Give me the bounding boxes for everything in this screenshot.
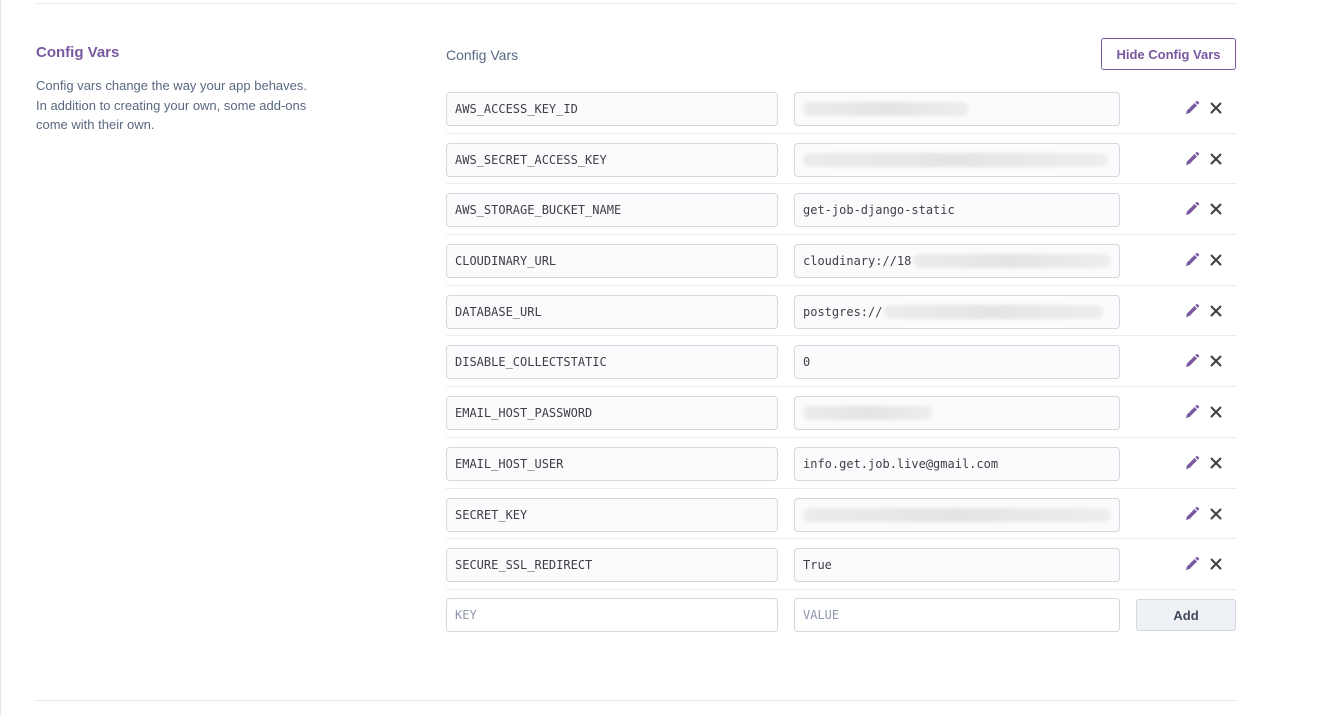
config-var-key[interactable]: AWS_ACCESS_KEY_ID [446, 92, 778, 126]
panel-title: Config Vars [446, 47, 519, 63]
config-var-key-text: SECRET_KEY [455, 507, 528, 522]
config-var-value[interactable] [794, 396, 1120, 431]
row-actions [1184, 252, 1224, 268]
bottom-divider [36, 700, 1236, 701]
close-icon[interactable] [1208, 404, 1224, 420]
config-var-row: AWS_STORAGE_BUCKET_NAME get-job-django-s… [446, 184, 1236, 236]
pencil-icon[interactable] [1184, 201, 1200, 217]
config-var-value-text: get-job-django-static [803, 203, 955, 218]
new-key-input[interactable] [446, 598, 778, 632]
config-var-key-text: DATABASE_URL [455, 304, 542, 319]
close-icon[interactable] [1208, 455, 1224, 471]
close-icon[interactable] [1208, 201, 1224, 217]
config-var-key[interactable]: CLOUDINARY_URL [446, 244, 778, 279]
pencil-icon[interactable] [1184, 455, 1200, 471]
config-var-key-text: CLOUDINARY_URL [455, 254, 557, 269]
config-var-value-text: 0 [803, 355, 811, 370]
row-actions [1184, 100, 1224, 116]
row-actions [1184, 303, 1224, 319]
config-var-value[interactable]: cloudinary://18 [794, 244, 1120, 279]
config-var-value-text: postgres:// [803, 304, 883, 319]
config-var-value[interactable]: get-job-django-static [794, 193, 1120, 228]
row-actions [1184, 455, 1224, 471]
config-var-row: SECURE_SSL_REDIRECT True [446, 539, 1236, 590]
config-var-key-text: AWS_STORAGE_BUCKET_NAME [455, 203, 622, 218]
config-var-key-text: AWS_ACCESS_KEY_ID [455, 102, 578, 116]
row-actions [1184, 201, 1224, 217]
close-icon[interactable] [1208, 100, 1224, 116]
pencil-icon[interactable] [1184, 556, 1200, 572]
redacted-value-blur [884, 304, 1105, 319]
new-config-var-row: Add [446, 598, 1236, 634]
redacted-value-blur [803, 102, 969, 116]
config-vars-list: AWS_ACCESS_KEY_ID AWS_SECRET_ACCESS_KEY … [446, 83, 1236, 590]
redacted-value-blur [803, 507, 1111, 522]
config-var-key-text: DISABLE_COLLECTSTATIC [455, 355, 607, 370]
config-var-row: CLOUDINARY_URL cloudinary://18 [446, 235, 1236, 286]
config-var-value[interactable]: postgres:// [794, 294, 1120, 329]
close-icon[interactable] [1208, 556, 1224, 572]
pencil-icon[interactable] [1184, 404, 1200, 420]
section-description: Config vars change the way your app beha… [36, 78, 308, 132]
config-var-value-text: cloudinary://18 [803, 254, 912, 269]
config-var-row: AWS_SECRET_ACCESS_KEY [446, 134, 1236, 185]
config-var-value-text: info.get.job.live@gmail.com [803, 456, 999, 471]
config-var-row: DISABLE_COLLECTSTATIC 0 [446, 336, 1236, 388]
config-var-value-text: True [803, 558, 832, 573]
pencil-icon[interactable] [1184, 252, 1200, 268]
close-icon[interactable] [1208, 252, 1224, 268]
config-var-value[interactable] [794, 92, 1120, 126]
close-icon[interactable] [1208, 303, 1224, 319]
config-var-value[interactable]: True [794, 548, 1120, 583]
config-var-key[interactable]: DISABLE_COLLECTSTATIC [446, 345, 778, 380]
config-var-value[interactable]: 0 [794, 345, 1120, 380]
row-actions [1184, 556, 1224, 572]
config-var-key[interactable]: EMAIL_HOST_PASSWORD [446, 396, 778, 431]
row-actions [1184, 506, 1224, 522]
pencil-icon[interactable] [1184, 506, 1200, 522]
config-var-key-text: EMAIL_HOST_PASSWORD [455, 406, 593, 421]
top-divider [36, 3, 1236, 4]
close-icon[interactable] [1208, 353, 1224, 369]
config-var-key-text: SECURE_SSL_REDIRECT [455, 558, 593, 573]
add-config-var-button[interactable]: Add [1136, 599, 1236, 631]
config-var-row: DATABASE_URL postgres:// [446, 286, 1236, 337]
close-icon[interactable] [1208, 151, 1224, 167]
hide-config-vars-button[interactable]: Hide Config Vars [1101, 38, 1236, 70]
redacted-value-blur [913, 254, 1111, 269]
redacted-value-blur [803, 406, 933, 421]
redacted-value-blur [803, 152, 1108, 167]
config-var-key[interactable]: SECRET_KEY [446, 497, 778, 532]
pencil-icon[interactable] [1184, 151, 1200, 167]
section-title: Config Vars [36, 44, 120, 61]
config-var-value[interactable]: info.get.job.live@gmail.com [794, 446, 1120, 481]
config-var-row: EMAIL_HOST_PASSWORD [446, 387, 1236, 438]
config-var-key-text: AWS_SECRET_ACCESS_KEY [455, 152, 607, 167]
new-value-input[interactable] [794, 598, 1120, 632]
pencil-icon[interactable] [1184, 353, 1200, 369]
config-var-key[interactable]: SECURE_SSL_REDIRECT [446, 548, 778, 583]
config-var-row: SECRET_KEY [446, 489, 1236, 540]
config-var-value[interactable] [794, 497, 1120, 532]
config-var-key-text: EMAIL_HOST_USER [455, 456, 564, 471]
config-var-row: AWS_ACCESS_KEY_ID [446, 83, 1236, 134]
row-actions [1184, 353, 1224, 369]
config-var-key[interactable]: AWS_STORAGE_BUCKET_NAME [446, 193, 778, 228]
config-var-key[interactable]: DATABASE_URL [446, 294, 778, 329]
config-var-key[interactable]: EMAIL_HOST_USER [446, 446, 778, 481]
pencil-icon[interactable] [1184, 303, 1200, 319]
row-actions [1184, 151, 1224, 167]
config-var-row: EMAIL_HOST_USER info.get.job.live@gmail.… [446, 438, 1236, 489]
pencil-icon[interactable] [1184, 100, 1200, 116]
config-var-key[interactable]: AWS_SECRET_ACCESS_KEY [446, 142, 778, 177]
config-var-value[interactable] [794, 142, 1120, 177]
row-actions [1184, 404, 1224, 420]
page-left-border [0, 0, 1, 715]
close-icon[interactable] [1208, 506, 1224, 522]
